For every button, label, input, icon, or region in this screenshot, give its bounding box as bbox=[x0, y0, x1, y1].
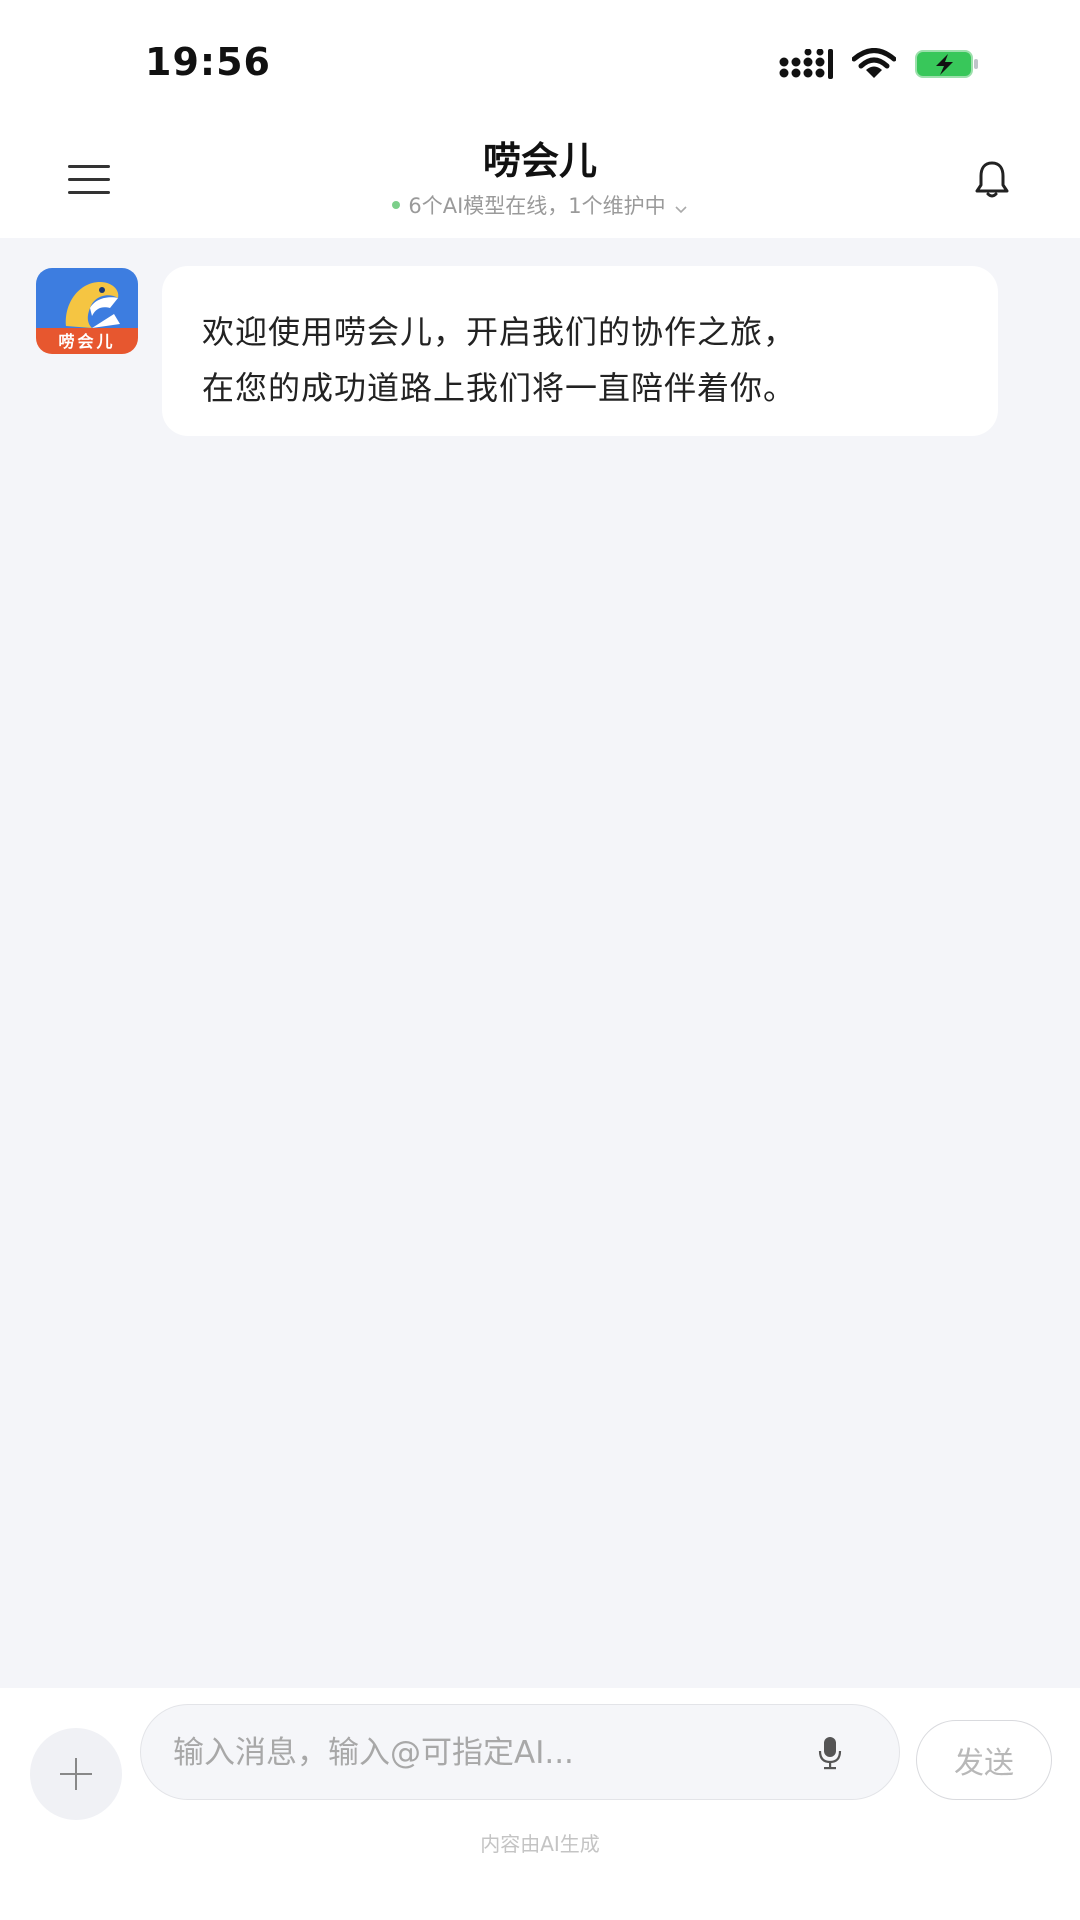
chevron-down-icon bbox=[674, 198, 688, 214]
message-bubble[interactable]: 欢迎使用唠会儿，开启我们的协作之旅， 在您的成功道路上我们将一直陪伴着你。 bbox=[162, 266, 998, 436]
bell-icon[interactable] bbox=[970, 158, 1014, 202]
model-status-selector[interactable]: 6个AI模型在线，1个维护中 bbox=[0, 190, 1080, 220]
ai-generated-note: 内容由AI生成 bbox=[480, 1832, 600, 1856]
message-input[interactable] bbox=[171, 1705, 795, 1801]
page-title: 唠会儿 bbox=[482, 139, 597, 183]
app-header: 唠会儿 6个AI模型在线，1个维护中 bbox=[0, 130, 1080, 238]
model-status-text: 6个AI模型在线，1个维护中 bbox=[408, 194, 666, 218]
status-time: 19:56 bbox=[145, 40, 271, 84]
plus-icon bbox=[60, 1758, 92, 1790]
avatar-label: 唠会儿 bbox=[58, 332, 116, 351]
microphone-icon[interactable] bbox=[817, 1735, 843, 1771]
status-icons bbox=[778, 46, 980, 86]
message-input-container[interactable] bbox=[140, 1704, 900, 1801]
cellular-signal-icon bbox=[778, 48, 834, 83]
message-line: 在您的成功道路上我们将一直陪伴着你。 bbox=[202, 369, 797, 407]
chat-area[interactable]: 唠会儿 欢迎使用唠会儿，开启我们的协作之旅， 在您的成功道路上我们将一直陪伴着你… bbox=[0, 238, 1080, 1688]
wifi-icon bbox=[851, 48, 897, 84]
message-line: 欢迎使用唠会儿，开启我们的协作之旅， bbox=[202, 313, 797, 351]
input-bar: 发送 内容由AI生成 bbox=[0, 1688, 1080, 1920]
battery-charging-icon bbox=[914, 48, 980, 84]
bot-avatar[interactable]: 唠会儿 bbox=[36, 268, 138, 354]
status-bar: 19:56 bbox=[0, 0, 1080, 130]
add-attachment-button[interactable] bbox=[30, 1728, 122, 1820]
send-button[interactable]: 发送 bbox=[916, 1720, 1052, 1800]
online-status-dot bbox=[392, 201, 401, 209]
